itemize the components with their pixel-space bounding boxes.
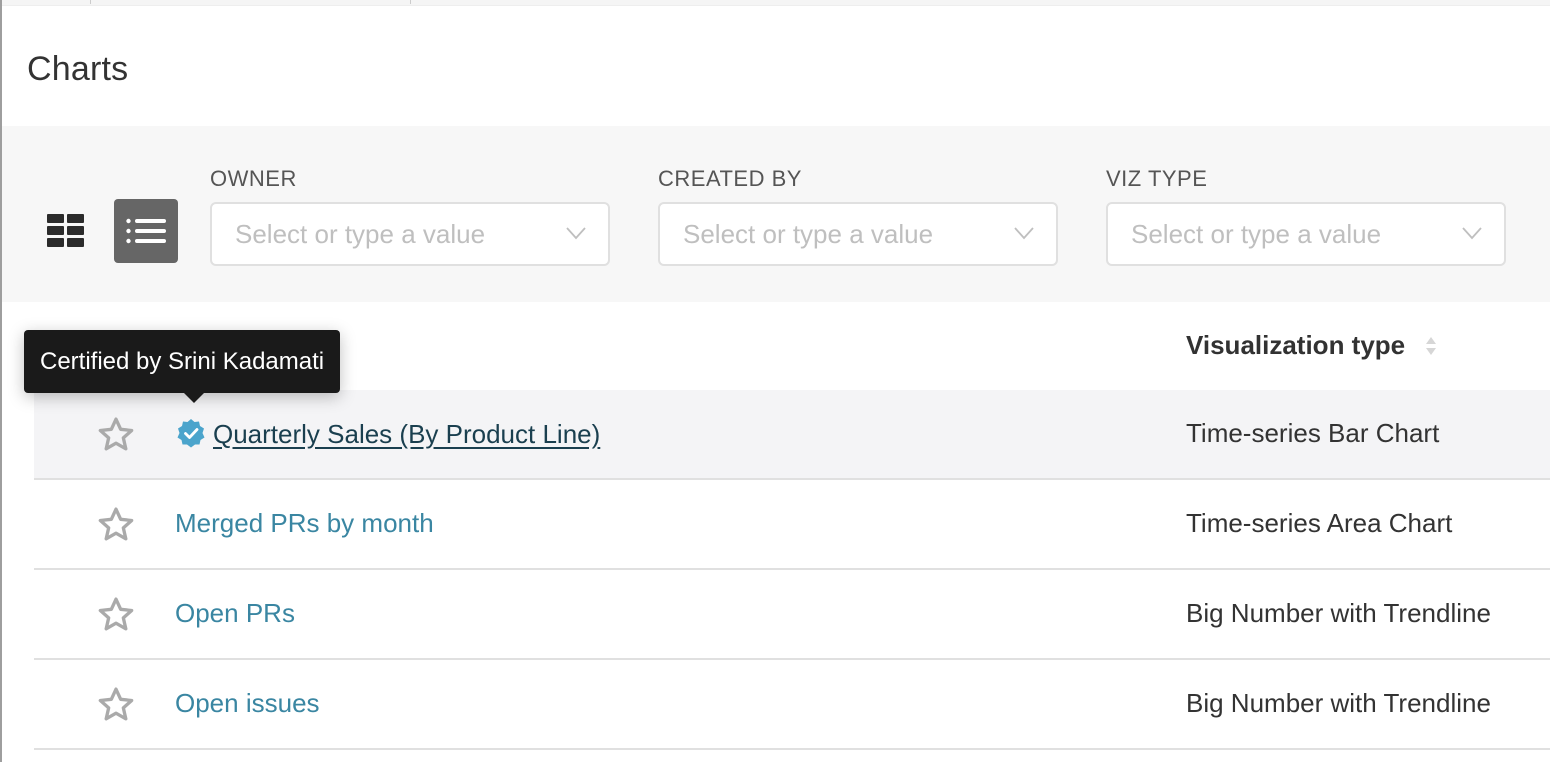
chart-name-cell: Open issues [175,688,320,719]
filter-viz-type: VIZ TYPE Select or type a value [1106,166,1506,266]
chart-name-cell: Open PRs [175,598,295,629]
chart-link[interactable]: Open PRs [175,598,295,629]
list-view-toggle[interactable] [114,199,178,263]
column-header-label: Visualization type [1186,330,1406,360]
table-row[interactable]: Quarterly Sales (By Product Line) Time-s… [34,390,1550,480]
created-by-select[interactable]: Select or type a value [658,202,1058,266]
chart-link[interactable]: Open issues [175,688,320,719]
grid-icon [47,214,84,247]
owner-select[interactable]: Select or type a value [210,202,610,266]
chart-link[interactable]: Quarterly Sales (By Product Line) [213,419,600,450]
card-view-toggle[interactable] [34,199,98,263]
viz-type-cell: Big Number with Trendline [1186,598,1491,628]
tooltip-text: Certified by Srini Kadamati [40,347,325,375]
filter-owner: OWNER Select or type a value [210,166,610,266]
menu-divider [90,0,91,4]
sort-icon [1426,336,1437,355]
page-title: Charts [27,50,129,88]
favorite-star-icon[interactable] [96,685,136,725]
column-header-visualization-type[interactable]: Visualization type [1186,330,1437,361]
chart-name-cell: Quarterly Sales (By Product Line) [175,418,600,450]
list-icon [126,218,166,244]
filter-label: VIZ TYPE [1106,166,1208,191]
select-placeholder: Select or type a value [235,218,486,249]
filters-bar: OWNER Select or type a value CREATED BY … [2,126,1550,302]
table-row[interactable]: Merged PRs by month Time-series Area Cha… [34,480,1550,570]
viz-type-select[interactable]: Select or type a value [1106,202,1506,266]
favorite-star-icon[interactable] [96,505,136,545]
filter-label: CREATED BY [658,166,802,191]
filter-label: OWNER [210,166,297,191]
chart-link[interactable]: Merged PRs by month [175,508,434,539]
filter-created-by: CREATED BY Select or type a value [658,166,1058,266]
viz-type-cell: Big Number with Trendline [1186,688,1491,718]
chevron-down-icon [1014,227,1034,240]
certified-tooltip: Certified by Srini Kadamati [24,330,341,403]
viz-type-cell: Time-series Bar Chart [1186,418,1440,448]
menu-divider [410,0,411,4]
chart-name-cell: Merged PRs by month [175,508,434,539]
favorite-star-icon[interactable] [96,415,136,455]
table-row[interactable]: Open PRs Big Number with Trendline [34,570,1550,660]
select-placeholder: Select or type a value [1131,218,1382,249]
chevron-down-icon [1462,227,1482,240]
favorite-star-icon[interactable] [96,595,136,635]
select-placeholder: Select or type a value [683,218,934,249]
certified-badge-icon[interactable] [175,418,207,450]
chevron-down-icon [566,227,586,240]
table-row[interactable]: Open issues Big Number with Trendline [34,660,1550,750]
tooltip-arrow [184,393,204,403]
viz-type-cell: Time-series Area Chart [1186,508,1453,538]
page-header: Charts [2,6,1550,126]
